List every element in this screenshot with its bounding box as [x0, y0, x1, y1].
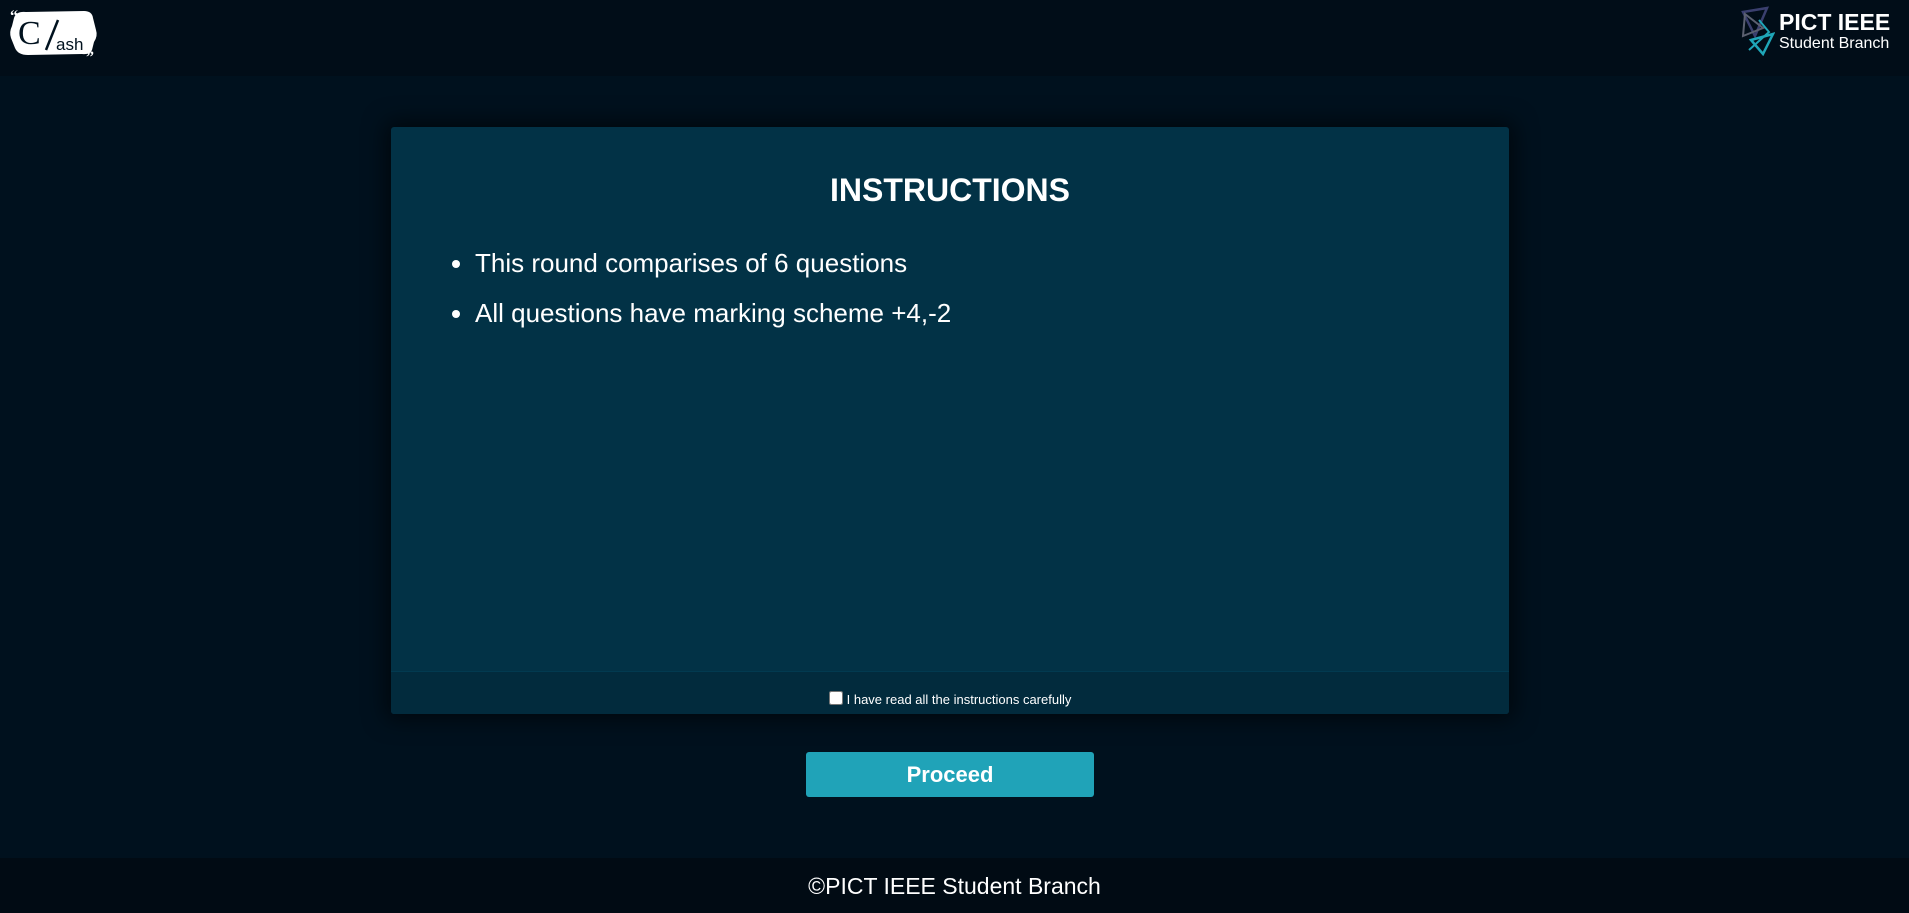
copyright-text: ©PICT IEEE Student Branch — [808, 873, 1101, 899]
clash-logo-letter: C — [18, 15, 41, 52]
svg-text:”: ” — [86, 49, 94, 57]
clash-logo-icon[interactable]: “ C ash ” — [6, 8, 103, 57]
proceed-button[interactable]: Proceed — [806, 752, 1094, 797]
top-bar: “ C ash ” PICT IEEE Student Branch — [0, 0, 1909, 76]
instructions-card: INSTRUCTIONS This round comparises of 6 … — [391, 127, 1509, 714]
agree-row[interactable]: I have read all the instructions careful… — [828, 687, 1072, 708]
ieee-logo-icon — [1741, 6, 1775, 56]
svg-text:“: “ — [10, 8, 18, 25]
agree-label: I have read all the instructions careful… — [846, 692, 1072, 707]
pict-ieee-logo[interactable]: PICT IEEE Student Branch — [1739, 6, 1899, 56]
card-footer: I have read all the instructions careful… — [391, 671, 1509, 714]
clash-logo-word: ash — [56, 35, 83, 54]
ieee-logo-name: PICT IEEE — [1779, 9, 1891, 35]
agree-checkbox[interactable] — [828, 690, 843, 705]
ieee-logo-subtitle: Student Branch — [1779, 35, 1890, 52]
page-title: INSTRUCTIONS — [830, 172, 1070, 208]
instruction-item: This round comparises of 6 questions — [475, 245, 951, 281]
instructions-list: This round comparises of 6 questions All… — [443, 245, 951, 345]
instruction-item: All questions have marking scheme +4,-2 — [475, 295, 951, 331]
page-footer: ©PICT IEEE Student Branch — [0, 858, 1909, 913]
